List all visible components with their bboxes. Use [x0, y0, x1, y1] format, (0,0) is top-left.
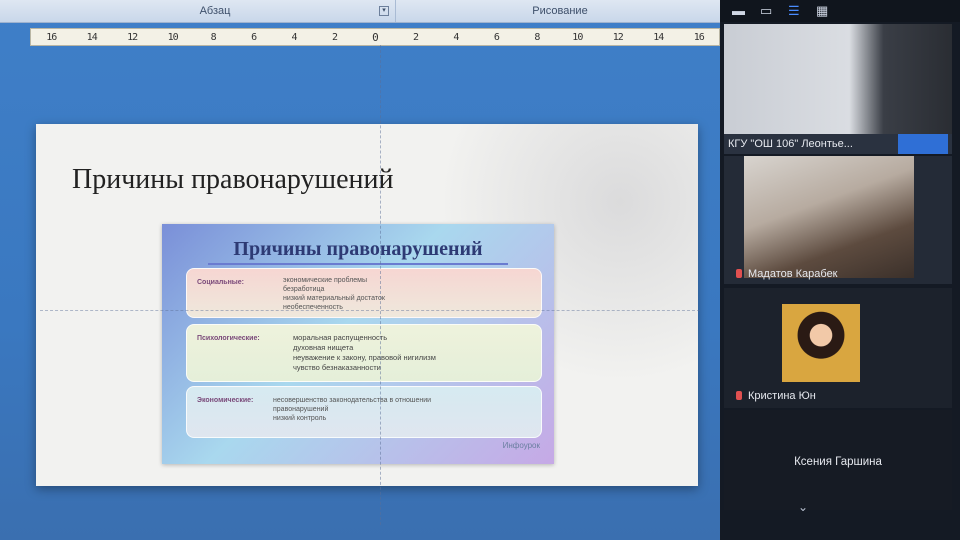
- slide-image-title: Причины правонарушений: [162, 238, 554, 265]
- participant-name-row: Кристина Юн: [736, 390, 816, 402]
- ruler-tick: 16: [46, 31, 57, 43]
- participant-tile[interactable]: Ксения Гаршина: [724, 410, 952, 510]
- strip-view-icon[interactable]: ☰: [788, 4, 800, 18]
- horizontal-guide-line: [40, 310, 700, 312]
- cause-box-psychological: Психологические: моральная распущенность…: [186, 324, 542, 382]
- ruler-tick: 2: [332, 31, 338, 43]
- ribbon-group-drawing: Рисование: [400, 0, 720, 22]
- participant-name: Ксения Гаршина: [794, 456, 882, 468]
- embedded-slide-image[interactable]: Причины правонарушений Социальные: эконо…: [162, 224, 554, 464]
- ribbon-group-bar: Абзац ▾ Рисование: [0, 0, 720, 23]
- participant-video: [724, 24, 952, 134]
- participant-video: [782, 304, 860, 382]
- cause-line: низкий материальный достаток: [283, 295, 385, 302]
- ruler-tick: 14: [653, 31, 664, 43]
- minimize-icon[interactable]: ▬: [732, 4, 745, 18]
- gallery-view-icon[interactable]: ▦: [816, 4, 828, 18]
- ruler-tick: 8: [534, 31, 540, 43]
- participant-name: Мадатов Карабек: [748, 268, 838, 280]
- cause-line: безработица: [283, 286, 325, 293]
- ruler-tick: 16: [693, 31, 705, 43]
- ribbon-group-paragraph: Абзац ▾: [35, 0, 396, 22]
- zoom-participants-panel: ▬ ▭ ☰ ▦ КГУ "ОШ 106" Леонтье... Мадатов …: [720, 0, 960, 540]
- cause-line: моральная распущенность: [293, 333, 388, 342]
- word-window: Абзац ▾ Рисование 16 14 12 10 8 6 4 2 0 …: [0, 0, 720, 540]
- cause-box-label: Психологические:: [197, 335, 260, 342]
- document-page[interactable]: Причины правонарушений Причины правонару…: [36, 124, 698, 486]
- ruler-tick: 4: [453, 31, 459, 43]
- muted-mic-icon: [736, 391, 742, 400]
- cause-line: неуважение к закону, правовой нигилизм: [293, 353, 436, 362]
- participant-name: Кристина Юн: [748, 390, 816, 402]
- cause-line: духовная нищета: [293, 343, 354, 352]
- cause-box-lines: экономические проблемы безработица низки…: [283, 276, 385, 312]
- participant-tile[interactable]: КГУ "ОШ 106" Леонтье...: [724, 24, 952, 154]
- cause-line: чувство безнаказанности: [293, 363, 381, 372]
- chevron-down-icon[interactable]: ⌄: [798, 500, 808, 514]
- cause-box-label: Социальные:: [197, 279, 245, 286]
- horizontal-ruler[interactable]: 16 14 12 10 8 6 4 2 0 2 4 6 8 10 12 14 1…: [30, 28, 720, 46]
- cause-box-label: Экономические:: [197, 397, 254, 404]
- ruler-tick: 6: [493, 31, 500, 43]
- participant-name-row: Мадатов Карабек: [736, 268, 838, 280]
- cause-box-economic: Экономические: несовершенство законодате…: [186, 386, 542, 438]
- page-title: Причины правонарушений: [72, 164, 394, 195]
- ruler-tick-zero: 0: [372, 30, 379, 44]
- participant-tile[interactable]: Мадатов Карабек: [724, 156, 952, 284]
- ruler-tick: 4: [291, 31, 298, 43]
- cause-line: низкий контроль: [273, 415, 327, 422]
- vertical-guide-line: [380, 45, 382, 525]
- ribbon-group-paragraph-label: Абзац: [199, 5, 231, 17]
- participant-name: КГУ "ОШ 106" Леонтье...: [728, 138, 853, 150]
- ribbon-group-drawing-label: Рисование: [532, 5, 588, 17]
- zoom-view-toolbar: ▬ ▭ ☰ ▦: [720, 0, 960, 22]
- cause-box-lines: несовершенство законодательства в отноше…: [273, 396, 431, 423]
- cause-line: несовершенство законодательства в отноше…: [273, 397, 432, 404]
- ruler-tick: 10: [572, 31, 583, 43]
- ruler-tick: 10: [167, 31, 179, 43]
- dialog-launcher-icon[interactable]: ▾: [379, 6, 389, 16]
- muted-mic-icon: [736, 269, 742, 278]
- participant-tile[interactable]: Кристина Юн: [724, 288, 952, 408]
- ruler-tick: 12: [127, 31, 138, 43]
- active-speaker-indicator: [898, 134, 948, 154]
- ruler-tick: 12: [612, 31, 624, 43]
- participant-video: [744, 156, 914, 278]
- cause-line: правонарушений: [273, 406, 329, 413]
- ruler-tick: 6: [251, 31, 257, 43]
- ruler-tick: 8: [210, 31, 217, 43]
- ruler-tick: 2: [412, 31, 419, 43]
- cause-box-lines: моральная распущенность духовная нищета …: [293, 333, 436, 373]
- slide-watermark: Инфоурок: [502, 441, 540, 450]
- speaker-view-icon[interactable]: ▭: [760, 4, 772, 18]
- cause-line: экономические проблемы: [283, 277, 368, 284]
- ruler-tick: 14: [86, 31, 98, 43]
